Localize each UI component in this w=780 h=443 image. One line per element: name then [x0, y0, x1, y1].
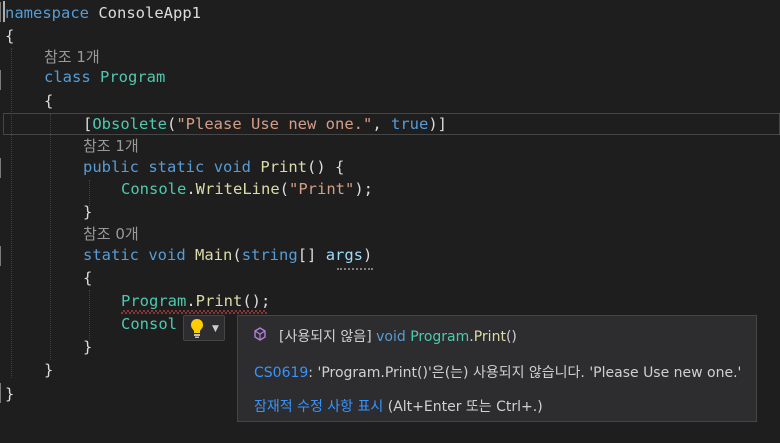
chevron-down-icon: ▼	[212, 324, 219, 334]
code-line-brace[interactable]: {	[5, 25, 14, 47]
code-line-writeline[interactable]: Console.WriteLine("Print");	[121, 178, 373, 200]
fold-marker[interactable]	[0, 383, 1, 403]
fold-marker[interactable]	[0, 70, 1, 90]
fold-marker[interactable]	[0, 246, 1, 266]
indent-guide	[50, 114, 51, 360]
codelens-references[interactable]: 참조 0개	[83, 223, 139, 245]
quickinfo-tooltip: [사용되지 않음] void Program.Print() CS0619: '…	[237, 315, 757, 422]
code-line-main-decl[interactable]: static void Main(string[] args)	[83, 244, 372, 266]
code-line-brace[interactable]: }	[83, 201, 92, 223]
code-line-brace[interactable]: {	[83, 267, 92, 289]
code-line-print-decl[interactable]: public static void Print() {	[83, 156, 344, 178]
code-line-brace[interactable]: }	[5, 383, 14, 405]
method-icon	[254, 327, 266, 341]
lightbulb-icon	[191, 319, 203, 338]
tooltip-error-message: CS0619: 'Program.Print()'은(는) 사용되지 않습니다.…	[254, 365, 742, 381]
codelens-references[interactable]: 참조 1개	[83, 135, 139, 157]
unused-parameter-hint	[337, 266, 373, 270]
code-editor[interactable]: namespace ConsoleApp1 { 참조 1개 class Prog…	[0, 0, 780, 443]
show-potential-fixes-link[interactable]: 잠재적 수정 사항 표시	[254, 399, 383, 415]
code-line-namespace[interactable]: namespace ConsoleApp1	[5, 2, 201, 24]
code-line-attribute[interactable]: [Obsolete("Please Use new one.", true)]	[83, 113, 447, 135]
code-line-print-call[interactable]: Program.Print();	[121, 290, 270, 312]
indent-guide	[89, 290, 90, 340]
indent-guide	[11, 48, 12, 378]
fold-marker[interactable]	[0, 158, 1, 178]
fold-marker[interactable]	[0, 2, 1, 22]
code-line-brace[interactable]: {	[44, 90, 53, 112]
code-line-brace[interactable]: }	[44, 359, 53, 381]
codelens-references[interactable]: 참조 1개	[44, 46, 100, 68]
code-line-brace[interactable]: }	[83, 336, 92, 358]
tooltip-signature: [사용되지 않음] void Program.Print()	[279, 329, 517, 345]
error-code-link[interactable]: CS0619	[254, 365, 308, 381]
code-line-class[interactable]: class Program	[44, 66, 165, 88]
quick-actions-button[interactable]: ▼	[183, 315, 225, 341]
tooltip-fix-row: 잠재적 수정 사항 표시 (Alt+Enter 또는 Ctrl+.)	[254, 399, 543, 415]
